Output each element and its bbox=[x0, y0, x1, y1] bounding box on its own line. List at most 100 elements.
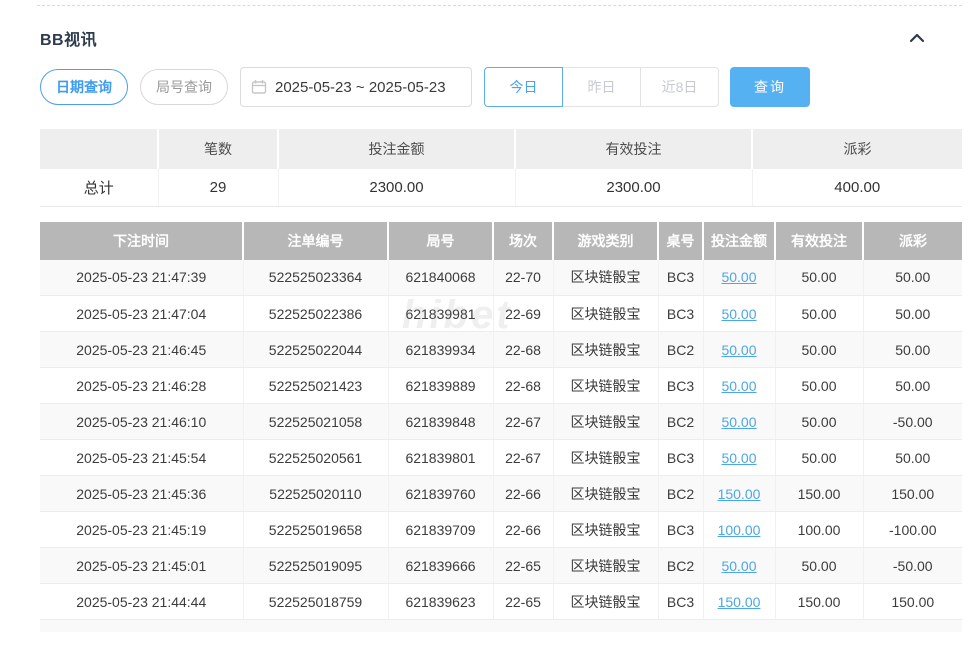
bet-amount-link[interactable]: 150.00 bbox=[718, 594, 761, 610]
cell-session: 22-69 bbox=[493, 296, 553, 332]
cell-valid-bet: 50.00 bbox=[775, 332, 863, 368]
cell-valid-bet: 150.00 bbox=[775, 584, 863, 620]
cell-bet-time: 2025-05-23 21:45:54 bbox=[40, 440, 243, 476]
cell-table-id: BC3 bbox=[658, 368, 703, 404]
bet-amount-link[interactable]: 50.00 bbox=[721, 558, 756, 574]
bet-amount-link[interactable]: 50.00 bbox=[721, 306, 756, 322]
summary-total-count: 29 bbox=[158, 169, 278, 206]
cell-valid-bet: 50.00 bbox=[775, 368, 863, 404]
cell-round-id: 621840068 bbox=[388, 260, 493, 296]
cell-bet-amount: 50.00 bbox=[703, 296, 775, 332]
cell-valid-bet: 50.00 bbox=[775, 440, 863, 476]
records-tbody: 2025-05-23 21:47:39522525023364621840068… bbox=[40, 260, 962, 620]
bet-amount-link[interactable]: 150.00 bbox=[718, 486, 761, 502]
cell-valid-bet: 50.00 bbox=[775, 260, 863, 296]
cell-valid-bet: 150.00 bbox=[775, 476, 863, 512]
cell-bet-amount: 100.00 bbox=[703, 512, 775, 548]
col-header-game-type: 游戏类别 bbox=[553, 222, 658, 260]
cell-order-id: 522525019658 bbox=[243, 512, 388, 548]
cell-game-type: 区块链骰宝 bbox=[553, 296, 658, 332]
records-table: 下注时间 注单编号 局号 场次 游戏类别 桌号 投注金额 有效投注 派彩 202… bbox=[40, 222, 962, 621]
summary-header-row: 笔数 投注金额 有效投注 派彩 bbox=[40, 129, 962, 169]
cell-order-id: 522525022044 bbox=[243, 332, 388, 368]
col-header-table-id: 桌号 bbox=[658, 222, 703, 260]
cell-round-id: 621839848 bbox=[388, 404, 493, 440]
cell-session: 22-67 bbox=[493, 404, 553, 440]
cell-session: 22-68 bbox=[493, 368, 553, 404]
cell-round-id: 621839934 bbox=[388, 332, 493, 368]
filter-toolbar: 日期查询 局号查询 2025-05-23 ~ 2025-05-23 今日 昨日 … bbox=[40, 67, 962, 107]
cell-session: 22-68 bbox=[493, 332, 553, 368]
date-range-input[interactable]: 2025-05-23 ~ 2025-05-23 bbox=[240, 67, 472, 107]
quick-range-8days[interactable]: 近8日 bbox=[640, 67, 719, 107]
summary-header-blank bbox=[40, 129, 158, 169]
table-row: 2025-05-23 21:46:10522525021058621839848… bbox=[40, 404, 962, 440]
page-title: BB视讯 bbox=[40, 26, 97, 50]
cell-bet-time: 2025-05-23 21:45:36 bbox=[40, 476, 243, 512]
cell-bet-time: 2025-05-23 21:46:10 bbox=[40, 404, 243, 440]
quick-range-yesterday[interactable]: 昨日 bbox=[562, 67, 641, 107]
cell-bet-time: 2025-05-23 21:45:01 bbox=[40, 548, 243, 584]
cell-round-id: 621839666 bbox=[388, 548, 493, 584]
cell-valid-bet: 50.00 bbox=[775, 296, 863, 332]
records-header-row: 下注时间 注单编号 局号 场次 游戏类别 桌号 投注金额 有效投注 派彩 bbox=[40, 222, 962, 260]
cell-game-type: 区块链骰宝 bbox=[553, 584, 658, 620]
bet-amount-link[interactable]: 100.00 bbox=[718, 522, 761, 538]
cell-bet-amount: 50.00 bbox=[703, 260, 775, 296]
cell-game-type: 区块链骰宝 bbox=[553, 368, 658, 404]
table-row: 2025-05-23 21:45:01522525019095621839666… bbox=[40, 548, 962, 584]
col-header-order-id: 注单编号 bbox=[243, 222, 388, 260]
cell-valid-bet: 50.00 bbox=[775, 548, 863, 584]
cell-table-id: BC3 bbox=[658, 260, 703, 296]
collapse-chevron-up-icon[interactable] bbox=[908, 31, 926, 45]
cell-valid-bet: 50.00 bbox=[775, 404, 863, 440]
cell-bet-time: 2025-05-23 21:46:28 bbox=[40, 368, 243, 404]
cell-bet-amount: 50.00 bbox=[703, 404, 775, 440]
top-divider bbox=[37, 5, 962, 6]
summary-total-row: 总计 29 2300.00 2300.00 400.00 bbox=[40, 169, 962, 206]
cell-bet-time: 2025-05-23 21:44:44 bbox=[40, 584, 243, 620]
bet-amount-link[interactable]: 50.00 bbox=[721, 414, 756, 430]
cell-session: 22-65 bbox=[493, 548, 553, 584]
tab-date-query[interactable]: 日期查询 bbox=[40, 69, 128, 105]
cell-order-id: 522525023364 bbox=[243, 260, 388, 296]
summary-total-valid-bet: 2300.00 bbox=[515, 169, 752, 206]
quick-range-group: 今日 昨日 近8日 bbox=[484, 67, 719, 107]
bet-amount-link[interactable]: 50.00 bbox=[721, 342, 756, 358]
table-row: 2025-05-23 21:47:39522525023364621840068… bbox=[40, 260, 962, 296]
cell-order-id: 522525018759 bbox=[243, 584, 388, 620]
cell-bet-time: 2025-05-23 21:45:19 bbox=[40, 512, 243, 548]
table-row: 2025-05-23 21:45:54522525020561621839801… bbox=[40, 440, 962, 476]
col-header-round-id: 局号 bbox=[388, 222, 493, 260]
table-row: 2025-05-23 21:46:45522525022044621839934… bbox=[40, 332, 962, 368]
cell-game-type: 区块链骰宝 bbox=[553, 260, 658, 296]
cell-bet-time: 2025-05-23 21:47:04 bbox=[40, 296, 243, 332]
cell-payout: 50.00 bbox=[863, 260, 962, 296]
search-button[interactable]: 查询 bbox=[730, 67, 810, 107]
panel-header: BB视讯 bbox=[40, 26, 962, 50]
cell-payout: 150.00 bbox=[863, 584, 962, 620]
table-row: 2025-05-23 21:44:44522525018759621839623… bbox=[40, 584, 962, 620]
cell-bet-amount: 150.00 bbox=[703, 476, 775, 512]
cell-payout: -50.00 bbox=[863, 548, 962, 584]
cell-table-id: BC2 bbox=[658, 332, 703, 368]
summary-total-payout: 400.00 bbox=[752, 169, 962, 206]
cell-bet-amount: 150.00 bbox=[703, 584, 775, 620]
cell-order-id: 522525021423 bbox=[243, 368, 388, 404]
calendar-icon bbox=[251, 79, 267, 95]
cell-session: 22-66 bbox=[493, 512, 553, 548]
col-header-valid-bet: 有效投注 bbox=[775, 222, 863, 260]
cell-table-id: BC2 bbox=[658, 404, 703, 440]
bet-amount-link[interactable]: 50.00 bbox=[721, 378, 756, 394]
bet-amount-link[interactable]: 50.00 bbox=[721, 269, 756, 285]
cell-order-id: 522525020110 bbox=[243, 476, 388, 512]
cell-game-type: 区块链骰宝 bbox=[553, 332, 658, 368]
quick-range-today[interactable]: 今日 bbox=[484, 67, 563, 107]
cell-payout: 50.00 bbox=[863, 440, 962, 476]
bet-amount-link[interactable]: 50.00 bbox=[721, 450, 756, 466]
summary-header-valid-bet: 有效投注 bbox=[515, 129, 752, 169]
cell-game-type: 区块链骰宝 bbox=[553, 512, 658, 548]
cell-table-id: BC2 bbox=[658, 548, 703, 584]
cell-game-type: 区块链骰宝 bbox=[553, 476, 658, 512]
tab-round-query[interactable]: 局号查询 bbox=[140, 69, 228, 105]
